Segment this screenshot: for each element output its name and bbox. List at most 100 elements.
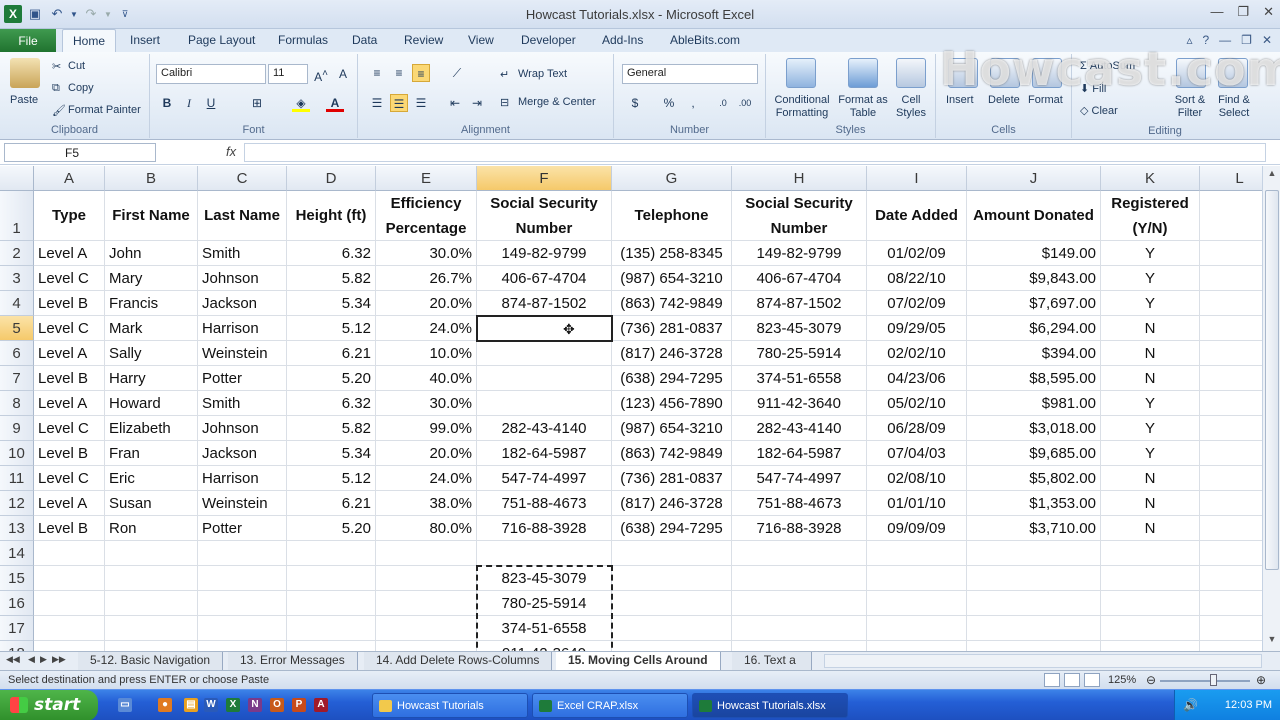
empty-cell[interactable] <box>34 641 105 651</box>
header-cell[interactable]: Type <box>34 191 105 241</box>
data-cell[interactable]: Mary <box>105 266 198 291</box>
data-cell[interactable]: N <box>1101 366 1200 391</box>
column-header[interactable]: L <box>1200 166 1262 191</box>
data-cell[interactable]: Level C <box>34 266 105 291</box>
data-cell[interactable]: Level C <box>34 316 105 341</box>
format-painter-icon[interactable]: 🖌 <box>52 104 66 117</box>
tab-insert[interactable]: Insert <box>130 33 160 47</box>
data-cell[interactable]: 406-67-4704 <box>477 266 612 291</box>
row-header[interactable]: 15 <box>0 566 34 591</box>
data-cell[interactable]: Y <box>1101 291 1200 316</box>
data-cell[interactable]: 823-45-3079 <box>477 566 612 591</box>
row-header[interactable]: 12 <box>0 491 34 516</box>
column-header[interactable]: F <box>477 166 612 191</box>
empty-cell[interactable] <box>1200 541 1262 566</box>
insert-cells-icon[interactable] <box>948 58 978 88</box>
powerpoint-icon[interactable]: P <box>292 698 306 712</box>
zoom-slider[interactable] <box>1160 680 1250 682</box>
percent-button[interactable]: % <box>660 94 678 112</box>
empty-cell[interactable] <box>1200 191 1262 241</box>
data-cell[interactable]: Jackson <box>198 291 287 316</box>
italic-button[interactable]: I <box>180 94 198 112</box>
tab-review[interactable]: Review <box>404 33 443 47</box>
data-cell[interactable]: Level B <box>34 516 105 541</box>
data-cell[interactable]: Potter <box>198 366 287 391</box>
window-minimize-icon[interactable]: — <box>1219 33 1231 47</box>
sheet-tab[interactable]: 14. Add Delete Rows-Columns <box>364 652 553 670</box>
tab-formulas[interactable]: Formulas <box>278 33 328 47</box>
data-cell[interactable]: (817) 246-3728 <box>612 341 732 366</box>
row-header[interactable]: 9 <box>0 416 34 441</box>
data-cell[interactable]: Level A <box>34 391 105 416</box>
data-cell[interactable]: $3,018.00 <box>967 416 1101 441</box>
empty-cell[interactable] <box>198 641 287 651</box>
sheet-tab[interactable]: 16. Text a <box>732 652 812 670</box>
minimize-ribbon-icon[interactable]: ▵ <box>1186 33 1192 47</box>
page-break-view-icon[interactable] <box>1084 673 1100 687</box>
empty-cell[interactable] <box>967 566 1101 591</box>
data-cell[interactable]: 282-43-4140 <box>732 416 867 441</box>
conditional-formatting-icon[interactable] <box>786 58 816 88</box>
row-header[interactable]: 11 <box>0 466 34 491</box>
merge-icon[interactable]: ⊟ <box>500 96 509 109</box>
currency-button[interactable]: $ <box>626 94 644 112</box>
row-header[interactable]: 4 <box>0 291 34 316</box>
data-cell[interactable]: Johnson <box>198 416 287 441</box>
tab-view[interactable]: View <box>468 33 494 47</box>
header-cell[interactable]: Efficiency Percentage <box>376 191 477 241</box>
header-cell[interactable]: Registered (Y/N) <box>1101 191 1200 241</box>
row-header[interactable]: 3 <box>0 266 34 291</box>
close-icon[interactable]: ✕ <box>1263 4 1274 20</box>
column-header[interactable]: C <box>198 166 287 191</box>
excel-icon[interactable]: X <box>226 698 240 712</box>
header-cell[interactable]: Height (ft) <box>287 191 376 241</box>
empty-cell[interactable] <box>612 591 732 616</box>
column-header[interactable]: D <box>287 166 376 191</box>
data-cell[interactable]: 780-25-5914 <box>477 591 612 616</box>
show-desktop-icon[interactable]: ▭ <box>118 698 132 712</box>
clear-button[interactable]: ◇ Clear <box>1080 104 1118 117</box>
data-cell[interactable]: Weinstein <box>198 491 287 516</box>
prev-sheet-icon[interactable]: ◀ <box>28 654 35 665</box>
empty-cell[interactable] <box>34 541 105 566</box>
borders-icon[interactable]: ⊞ <box>248 94 266 112</box>
row-header[interactable]: 18 <box>0 641 34 651</box>
sheet-tab[interactable]: 5-12. Basic Navigation <box>78 652 224 670</box>
sheet-tab-active[interactable]: 15. Moving Cells Around <box>556 652 721 670</box>
row-header[interactable]: 2 <box>0 241 34 266</box>
data-cell[interactable]: 04/23/06 <box>867 366 967 391</box>
sheet-tab[interactable]: 13. Error Messages <box>228 652 358 670</box>
conditional-formatting-button[interactable]: Conditional Formatting <box>770 94 834 120</box>
tab-file[interactable]: File <box>0 29 56 52</box>
help-icon[interactable]: ? <box>1202 33 1209 47</box>
data-cell[interactable]: $6,294.00 <box>967 316 1101 341</box>
empty-cell[interactable] <box>967 541 1101 566</box>
data-cell[interactable]: 09/29/05 <box>867 316 967 341</box>
row-header[interactable]: 6 <box>0 341 34 366</box>
empty-cell[interactable] <box>1200 591 1262 616</box>
data-cell[interactable]: 07/04/03 <box>867 441 967 466</box>
empty-cell[interactable] <box>967 641 1101 651</box>
outlook-icon[interactable]: O <box>270 698 284 712</box>
find-select-button[interactable]: Find & Select <box>1212 94 1256 120</box>
empty-cell[interactable] <box>376 641 477 651</box>
data-cell[interactable]: Elizabeth <box>105 416 198 441</box>
empty-cell[interactable] <box>105 616 198 641</box>
align-center-icon[interactable]: ☰ <box>390 94 408 112</box>
decrease-decimal-icon[interactable]: .00 <box>736 94 754 112</box>
data-cell[interactable]: Level C <box>34 416 105 441</box>
data-cell[interactable]: 282-43-4140 <box>477 416 612 441</box>
header-cell[interactable]: Date Added <box>867 191 967 241</box>
data-cell[interactable]: 149-82-9799 <box>477 241 612 266</box>
empty-cell[interactable] <box>732 591 867 616</box>
data-cell[interactable]: Jackson <box>198 441 287 466</box>
comma-button[interactable]: , <box>684 94 702 112</box>
row-header[interactable]: 7 <box>0 366 34 391</box>
empty-cell[interactable] <box>732 566 867 591</box>
paste-button[interactable]: Paste <box>10 94 38 106</box>
data-cell[interactable]: Smith <box>198 391 287 416</box>
row-header[interactable]: 8 <box>0 391 34 416</box>
empty-cell[interactable] <box>1200 341 1262 366</box>
data-cell[interactable]: 5.82 <box>287 266 376 291</box>
empty-cell[interactable] <box>105 641 198 651</box>
